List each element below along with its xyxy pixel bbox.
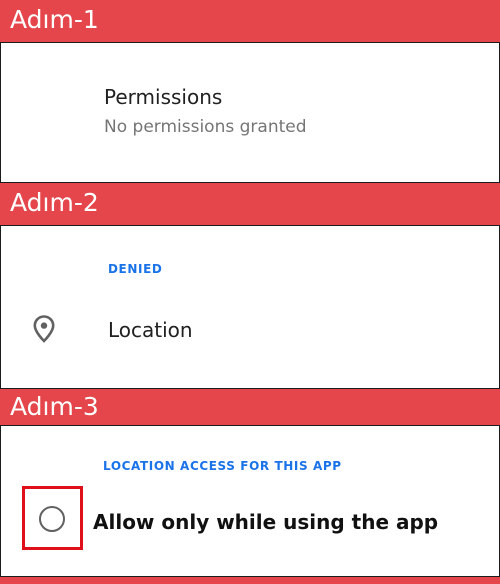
step-1-label: Adım-1 xyxy=(10,5,99,34)
highlight-box xyxy=(22,486,83,550)
location-pin-icon xyxy=(33,315,55,343)
step-2-header: Adım-2 xyxy=(0,190,500,226)
step-3-panel: LOCATION ACCESS FOR THIS APP Allow only … xyxy=(0,425,500,577)
step-1-header: Adım-1 xyxy=(0,7,500,43)
permissions-title[interactable]: Permissions xyxy=(104,85,222,109)
allow-while-using-radio[interactable] xyxy=(39,506,65,532)
step-2-label: Adım-2 xyxy=(10,188,99,217)
step-2-panel: DENIED Location xyxy=(0,225,500,389)
step-3-header: Adım-3 xyxy=(0,394,500,426)
location-permission-item[interactable]: Location xyxy=(108,318,193,342)
step-1-panel: Permissions No permissions granted xyxy=(0,42,500,183)
step-3-label: Adım-3 xyxy=(10,392,99,421)
denied-section-label: DENIED xyxy=(108,262,163,276)
location-access-section-label: LOCATION ACCESS FOR THIS APP xyxy=(103,459,342,473)
permissions-summary: No permissions granted xyxy=(104,117,307,137)
allow-while-using-label[interactable]: Allow only while using the app xyxy=(93,510,438,534)
